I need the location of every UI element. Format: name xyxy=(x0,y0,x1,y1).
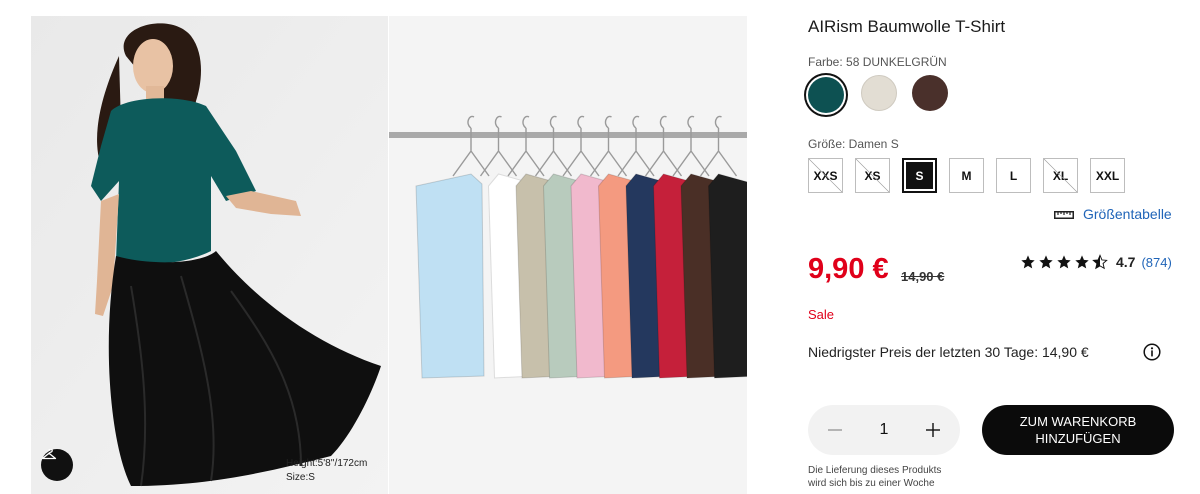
add-to-cart-label-line2: HINZUFÜGEN xyxy=(1035,431,1121,446)
info-icon[interactable] xyxy=(1143,343,1161,361)
hanging-shirts-illustration xyxy=(389,16,747,494)
size-label: Größe: Damen S xyxy=(808,137,899,151)
color-variants-photo[interactable] xyxy=(389,16,747,494)
delivery-note-line2: wird sich bis zu einer Woche xyxy=(808,478,935,489)
color-label: Farbe: 58 DUNKELGRÜN xyxy=(808,55,947,69)
swatch-brown[interactable] xyxy=(912,75,948,111)
ruler-icon xyxy=(1054,211,1074,219)
model-photo[interactable]: Height:5'8''/172cm Size:S xyxy=(31,16,388,494)
size-s-button[interactable]: S xyxy=(902,158,937,193)
review-count-link[interactable]: (874) xyxy=(1141,255,1171,270)
swatch-beige[interactable] xyxy=(861,75,897,111)
star-full-icon xyxy=(1039,255,1053,269)
current-price: 9,90 € xyxy=(808,253,889,285)
sale-label: Sale xyxy=(808,307,835,322)
hanger-icon[interactable] xyxy=(41,449,73,481)
color-swatches xyxy=(806,75,948,115)
size-xxl-button[interactable]: XXL xyxy=(1090,158,1125,193)
size-xs-button[interactable]: XS xyxy=(855,158,890,193)
lowest-price-info: Niedrigster Preis der letzten 30 Tage: 1… xyxy=(808,344,1089,360)
size-l-button[interactable]: L xyxy=(996,158,1031,193)
old-price: 14,90 € xyxy=(901,269,945,284)
swatch-dark-green[interactable] xyxy=(808,77,844,113)
size-options: XXS XS S M L XL XXL xyxy=(808,158,1125,193)
model-size: Size:S xyxy=(286,472,315,483)
minus-icon xyxy=(828,429,842,431)
model-illustration xyxy=(31,16,388,494)
size-xl-button[interactable]: XL xyxy=(1043,158,1078,193)
delivery-note-line1: Die Lieferung dieses Produkts xyxy=(808,465,942,476)
model-info: Height:5'8''/172cm Size:S xyxy=(286,457,367,485)
rating-stars xyxy=(1020,254,1108,270)
star-half-icon xyxy=(1092,254,1108,270)
size-xxs-button[interactable]: XXS xyxy=(808,158,843,193)
add-to-cart-button[interactable]: ZUM WARENKORB HINZUFÜGEN xyxy=(982,405,1174,455)
model-height: Height:5'8''/172cm xyxy=(286,458,368,469)
delivery-note: Die Lieferung dieses Produkts wird sich … xyxy=(808,464,941,490)
product-title: AIRism Baumwolle T-Shirt xyxy=(808,17,1006,36)
plus-icon xyxy=(926,423,940,437)
size-m-button[interactable]: M xyxy=(949,158,984,193)
rating: 4.7 (874) xyxy=(1020,254,1172,270)
star-full-icon xyxy=(1075,255,1089,269)
quantity-stepper: 1 xyxy=(808,405,960,455)
add-to-cart-label-line1: ZUM WARENKORB xyxy=(1019,414,1137,429)
size-chart-label: Größentabelle xyxy=(1083,206,1172,222)
star-full-icon xyxy=(1057,255,1071,269)
decrease-quantity-button[interactable] xyxy=(824,419,846,441)
quantity-value[interactable]: 1 xyxy=(880,421,889,439)
increase-quantity-button[interactable] xyxy=(922,419,944,441)
star-full-icon xyxy=(1021,255,1035,269)
size-chart-link[interactable]: Größentabelle xyxy=(1054,206,1172,222)
clothes-rail xyxy=(389,132,747,138)
rating-value: 4.7 xyxy=(1116,254,1136,270)
